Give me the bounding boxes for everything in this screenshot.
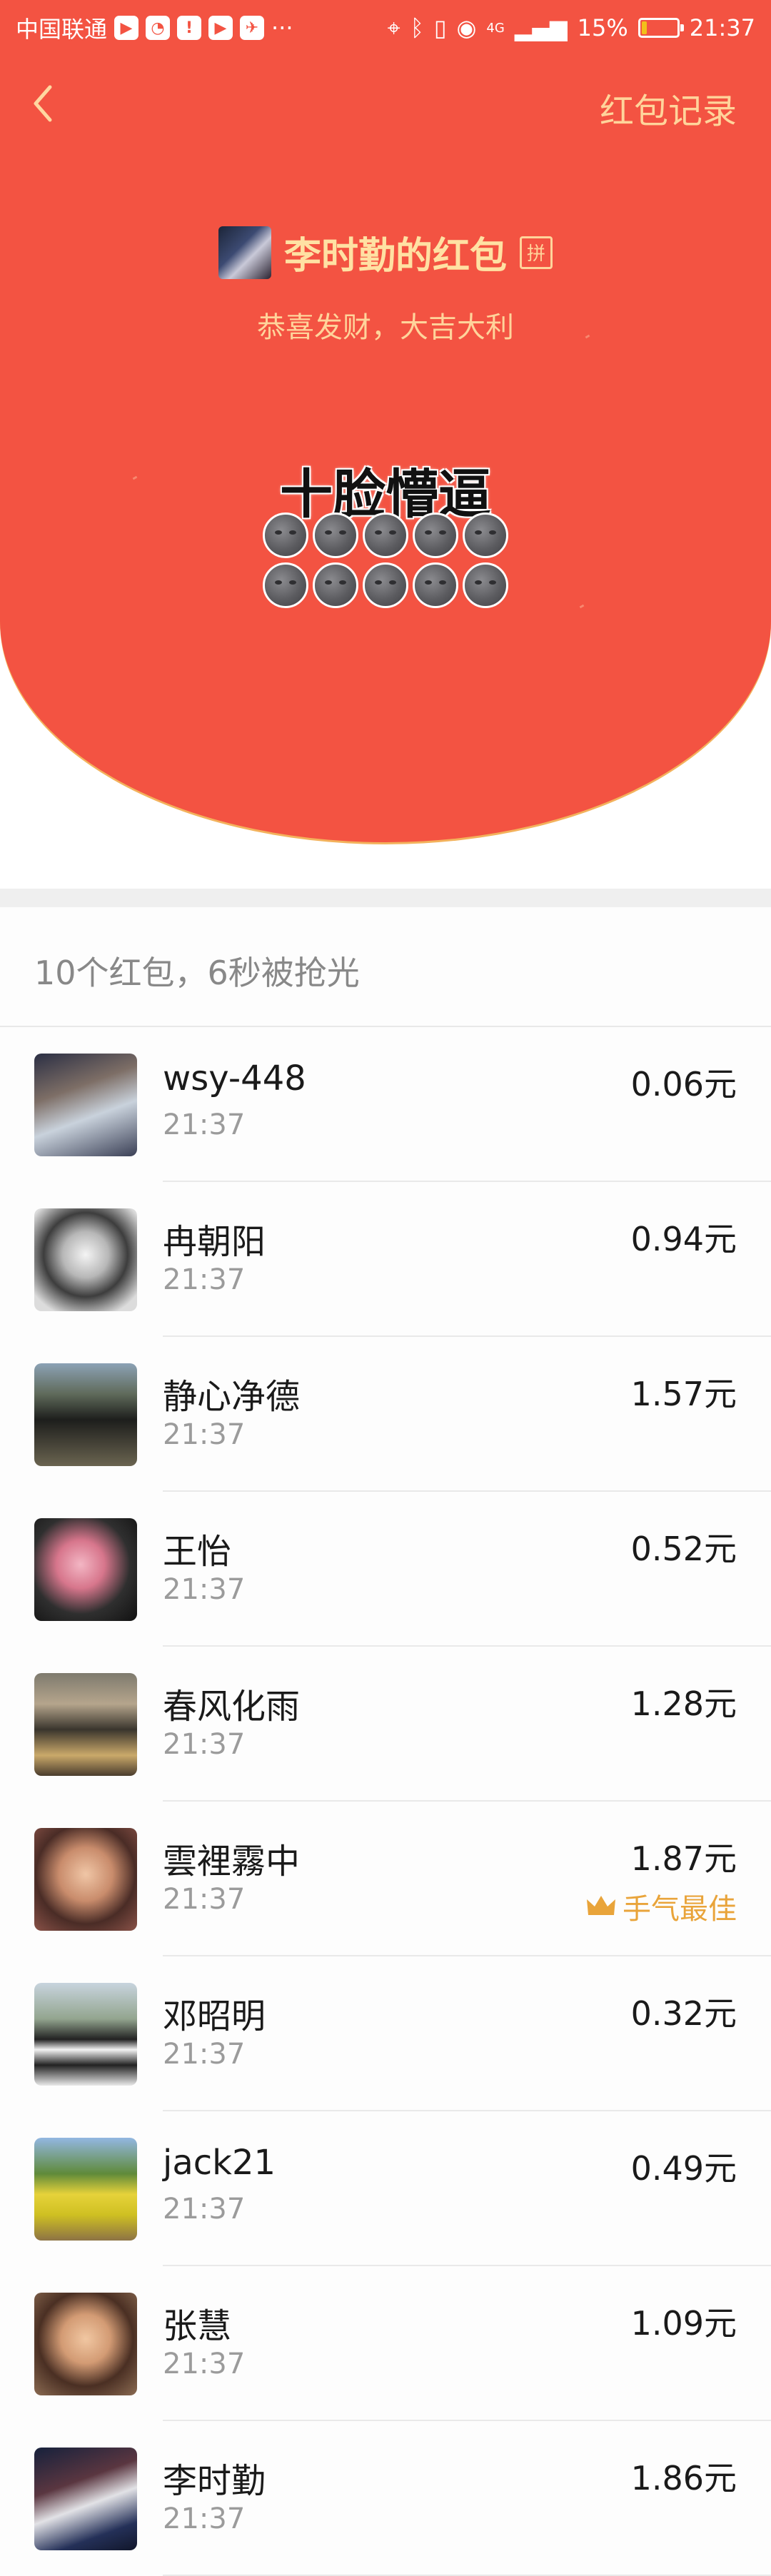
back-button[interactable] [29, 79, 71, 128]
carrier-label: 中国联通 [16, 16, 108, 43]
list-item[interactable]: 李时勤 21:37 1.86元 [0, 2421, 771, 2576]
list-item[interactable]: 张慧 21:37 1.09元 [0, 2266, 771, 2421]
claim-time: 21:37 [163, 1263, 246, 1296]
claim-amount: 1.09元 [630, 2304, 737, 2343]
avatar[interactable] [34, 1363, 137, 1466]
avatar[interactable] [34, 1054, 137, 1156]
moon-emoji-icon [363, 512, 408, 558]
list-item[interactable]: 静心净德 21:37 1.57元 [0, 1337, 771, 1492]
eye-icon: ◉ [456, 14, 477, 41]
list-item[interactable]: 邓昭明 21:37 0.32元 [0, 1956, 771, 2111]
moon-emoji-icon [463, 562, 508, 608]
blessing-text: 恭喜发财，大吉大利 [257, 311, 514, 344]
nav-bar: 红包记录 [0, 64, 771, 143]
claim-amount: 0.49元 [630, 2149, 737, 2188]
avatar[interactable] [34, 1518, 137, 1621]
recipient-name: jack21 [163, 2143, 276, 2183]
claim-time: 21:37 [163, 1728, 246, 1761]
packet-header: 中国联通 ▶ ◔ ! ▶ ✈ ··· ⌖ ᛒ ▯ ◉ 4G ▂▄▆ 15% 21… [0, 0, 771, 889]
alert-notification-icon: ! [177, 16, 202, 40]
app-notification-icon: ▶ [114, 16, 139, 40]
recipient-name: wsy-448 [163, 1059, 306, 1098]
moon-emoji-icon [413, 512, 458, 558]
claim-amount: 1.57元 [630, 1375, 737, 1413]
section-divider [0, 889, 771, 907]
app-notification-icon: ▶ [208, 16, 233, 40]
claim-amount: 0.94元 [630, 1220, 737, 1258]
claim-time: 21:37 [163, 2038, 246, 2071]
avatar[interactable] [34, 1983, 137, 2086]
recipient-name: 春风化雨 [163, 1687, 301, 1727]
app-notification-icon: ◔ [146, 16, 171, 40]
moon-emoji-grid [263, 512, 508, 612]
battery-icon [638, 18, 684, 38]
recipient-name: 雲裡霧中 [163, 1842, 301, 1882]
moon-emoji-icon [363, 562, 408, 608]
avatar[interactable] [34, 1208, 137, 1311]
avatar[interactable] [34, 1673, 137, 1776]
recipient-name: 王怡 [163, 1532, 232, 1572]
claim-amount: 0.52元 [630, 1530, 737, 1568]
claim-amount: 1.28元 [630, 1684, 737, 1723]
claim-amount: 1.86元 [630, 2459, 737, 2497]
list-item[interactable]: jack21 21:37 0.49元 [0, 2111, 771, 2266]
sender-name: 李时勤的红包 [283, 235, 507, 278]
location-icon: ⌖ [387, 14, 400, 41]
status-bar: 中国联通 ▶ ◔ ! ▶ ✈ ··· ⌖ ᛒ ▯ ◉ 4G ▂▄▆ 15% 21… [0, 0, 771, 56]
avatar[interactable] [34, 2293, 137, 2395]
list-item[interactable]: wsy-448 21:37 0.06元 [0, 1027, 771, 1182]
list-item[interactable]: 雲裡霧中 21:37 1.87元手气最佳 [0, 1802, 771, 1956]
recipient-name: 张慧 [163, 2306, 232, 2346]
sender-avatar[interactable] [218, 226, 271, 279]
more-notifications-icon: ··· [271, 14, 293, 41]
moon-emoji-icon [263, 562, 308, 608]
battery-percent: 15% [577, 14, 628, 41]
clock: 21:37 [689, 14, 755, 41]
recipient-name: 静心净德 [163, 1377, 301, 1417]
claim-time: 21:37 [163, 1418, 246, 1451]
vibrate-icon: ▯ [433, 14, 447, 41]
avatar[interactable] [34, 1828, 137, 1931]
claim-amount: 0.32元 [630, 1994, 737, 2033]
best-luck-badge: 手气最佳 [585, 1886, 737, 1927]
battery-level [641, 21, 647, 34]
moon-emoji-icon [313, 562, 358, 608]
claim-amount: 0.06元 [630, 1065, 737, 1103]
list-item[interactable]: 王怡 21:37 0.52元 [0, 1492, 771, 1647]
chevron-left-icon [34, 85, 52, 122]
claim-time: 21:37 [163, 1573, 246, 1606]
crown-icon [587, 1896, 615, 1915]
claim-time: 21:37 [163, 2348, 246, 2380]
claim-time: 21:37 [163, 1108, 246, 1141]
moon-emoji-icon [313, 512, 358, 558]
list-item[interactable]: 冉朝阳 21:37 0.94元 [0, 1182, 771, 1337]
claim-time: 21:37 [163, 2502, 246, 2535]
app-notification-icon: ✈ [240, 16, 265, 40]
moon-emoji-icon [413, 562, 458, 608]
claim-record-list: wsy-448 21:37 0.06元 冉朝阳 21:37 0.94元 静心净德 21:37 1… [0, 1027, 771, 2576]
red-packet-records-link[interactable]: 红包记录 [600, 83, 737, 133]
pin-badge: 拼 [520, 236, 553, 269]
recipient-name: 冉朝阳 [163, 1222, 266, 1262]
bluetooth-icon: ᛒ [410, 14, 424, 41]
red-packet-detail-page: 中国联通 ▶ ◔ ! ▶ ✈ ··· ⌖ ᛒ ▯ ◉ 4G ▂▄▆ 15% 21… [0, 0, 771, 2576]
avatar[interactable] [34, 2448, 137, 2550]
avatar[interactable] [34, 2138, 137, 2241]
moon-emoji-icon [263, 512, 308, 558]
network-label: 4G [486, 20, 505, 36]
claim-amount: 1.87元 [630, 1839, 737, 1878]
summary-text: 10个红包，6秒被抢光 [34, 954, 360, 992]
sender-row: 李时勤的红包 拼 [0, 226, 771, 279]
best-luck-label: 手气最佳 [623, 1893, 737, 1926]
packet-summary: 10个红包，6秒被抢光 [0, 907, 771, 1027]
signal-icon: ▂▄▆ [514, 14, 568, 41]
recipient-name: 邓昭明 [163, 1996, 266, 2036]
recipient-name: 李时勤 [163, 2461, 266, 2501]
list-item[interactable]: 春风化雨 21:37 1.28元 [0, 1647, 771, 1802]
claim-time: 21:37 [163, 2193, 246, 2226]
claim-time: 21:37 [163, 1883, 246, 1916]
moon-emoji-icon [463, 512, 508, 558]
